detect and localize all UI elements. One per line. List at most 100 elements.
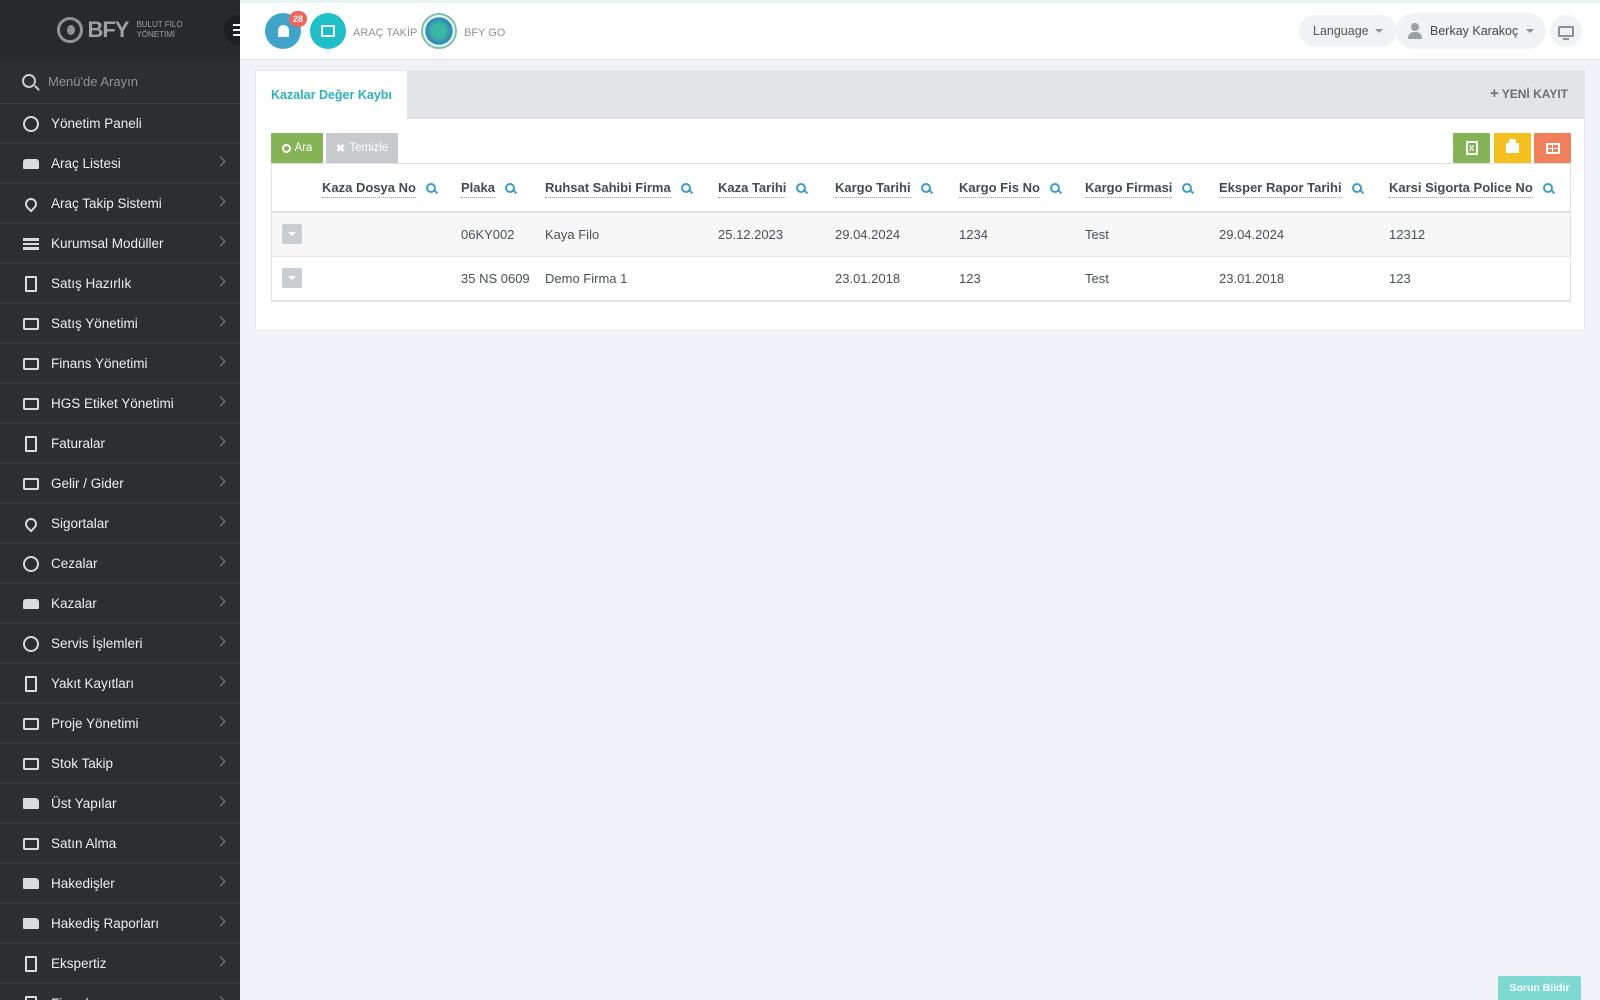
sidebar-item-label: Stok Takip [51, 756, 114, 771]
clear-button[interactable]: ✖ Temizle [326, 133, 398, 163]
table-cell: 23.01.2018 [835, 256, 959, 301]
menu-search[interactable]: Menü'de Arayın [0, 59, 240, 104]
sidebar-item-gelir-gider[interactable]: Gelir / Gider [0, 464, 240, 504]
export-excel-button[interactable]: X [1453, 133, 1490, 163]
column-search-icon[interactable] [1182, 183, 1193, 193]
sidebar-item-kazalar[interactable]: Kazalar [0, 584, 240, 624]
sidebar-item-label: Ekspertiz [51, 956, 107, 971]
chevron-right-icon [215, 436, 226, 447]
sidebar-item-label: Cezalar [51, 556, 98, 571]
sidebar-item-satış-yönetimi[interactable]: Satış Yönetimi [0, 304, 240, 344]
column-header[interactable]: Kargo Fis No [959, 164, 1085, 213]
chevron-right-icon [215, 276, 226, 287]
row-expand-button[interactable] [282, 268, 302, 288]
sidebar-item-cezalar[interactable]: Cezalar [0, 544, 240, 584]
column-search-icon[interactable] [425, 183, 436, 193]
sidebar-item-araç-takip-sistemi[interactable]: Araç Takip Sistemi [0, 184, 240, 224]
column-search-icon[interactable] [1351, 183, 1362, 193]
fullscreen-button[interactable] [1550, 15, 1582, 47]
column-search-icon[interactable] [504, 183, 515, 193]
column-header[interactable]: Ruhsat Sahibi Firma [545, 164, 718, 213]
chevron-down-icon [1526, 29, 1535, 33]
column-chooser-button[interactable] [1534, 133, 1571, 163]
sidebar-item-finans-yönetimi[interactable]: Finans Yönetimi [0, 344, 240, 384]
sidebar-item-satış-hazırlık[interactable]: Satış Hazırlık [0, 264, 240, 304]
chevron-right-icon [215, 716, 226, 727]
sidebar-item-sigortalar[interactable]: Sigortalar [0, 504, 240, 544]
table-row[interactable]: 06KY002 Kaya Filo 25.12.2023 29.04.2024 1234… [272, 212, 1570, 257]
table-cell: 06KY002 [461, 212, 545, 257]
row-expand-button[interactable] [282, 224, 302, 245]
monitor-icon [1558, 25, 1574, 40]
hamburger-menu-icon[interactable] [224, 15, 240, 45]
chevron-right-icon [215, 876, 226, 887]
user-menu[interactable]: Berkay Karakoç [1396, 13, 1547, 49]
sidebar-item-label: Kurumsal Modüller [51, 236, 164, 251]
sidebar-item-ekspertiz[interactable]: Ekspertiz [0, 944, 240, 984]
sidebar-item-üst-yapılar[interactable]: Üst Yapılar [0, 784, 240, 824]
sidebar-item-hgs-etiket-yönetimi[interactable]: HGS Etiket Yönetimi [0, 384, 240, 424]
tab-kazalar-deger-kaybi[interactable]: Kazalar Değer Kaybı [256, 71, 407, 119]
sidebar-item-hakediş-raporları[interactable]: Hakediş Raporları [0, 904, 240, 944]
sidebar-item-firmalar[interactable]: Firmalar [0, 984, 240, 1000]
chevron-right-icon [215, 836, 226, 847]
sidebar-item-yakıt-kayıtları[interactable]: Yakıt Kayıtları [0, 664, 240, 704]
brand-subtitle: BULUT FİLO YÖNETİMİ [136, 20, 182, 40]
sidebar-item-label: HGS Etiket Yönetimi [51, 396, 174, 411]
column-search-icon[interactable] [796, 183, 807, 193]
truck-icon [22, 916, 40, 932]
data-table: Kaza Dosya No Plaka Ruhsat Sahibi Firma Kaz… [271, 163, 1571, 302]
vehicle-tracking-link[interactable]: ARAÇ TAKİP [353, 27, 417, 39]
chevron-right-icon [215, 756, 226, 767]
sidebar-item-label: Faturalar [51, 436, 106, 451]
notifications-button[interactable]: 28 [265, 11, 307, 49]
table-cell [718, 256, 835, 301]
report-issue-button[interactable]: Sorun Bildir [1498, 976, 1581, 1000]
times-circle-icon [22, 555, 40, 572]
column-search-icon[interactable] [920, 183, 931, 193]
sidebar-item-satın-alma[interactable]: Satın Alma [0, 824, 240, 864]
column-search-icon[interactable] [1049, 183, 1060, 193]
bfy-logo[interactable]: BFY BULUT FİLO YÖNETİMİ [57, 16, 183, 43]
sidebar-item-stok-takip[interactable]: Stok Takip [0, 744, 240, 784]
topbar: 28 ARAÇ TAKİP BFY GO Language Berkay Kar… [240, 0, 1600, 60]
column-search-icon[interactable] [1542, 183, 1553, 193]
sidebar-item-servis-i-şlemleri[interactable]: Servis İşlemleri [0, 624, 240, 664]
sidebar-item-label: Proje Yönetimi [51, 716, 139, 731]
column-header[interactable]: Kargo Firmasi [1085, 164, 1219, 213]
chevron-right-icon [215, 396, 226, 407]
table-cell: Test [1085, 212, 1219, 257]
panel-header: Kazalar Değer Kaybı + YENİ KAYIT [256, 71, 1584, 119]
chevron-right-icon [215, 356, 226, 367]
search-button[interactable]: Ara [271, 133, 323, 163]
column-header[interactable]: Plaka [461, 164, 545, 213]
print-button[interactable] [1494, 133, 1531, 163]
column-header[interactable]: Kaza Tarihi [718, 164, 835, 213]
column-header[interactable]: Karsi Sigorta Police No [1389, 164, 1570, 213]
sidebar-item-araç-listesi[interactable]: Araç Listesi [0, 144, 240, 184]
bfy-go-button[interactable] [421, 13, 457, 49]
table-cell: 23.01.2018 [1219, 256, 1389, 301]
column-header[interactable]: Kargo Tarihi [835, 164, 959, 213]
table-cell [322, 256, 461, 301]
column-search-icon[interactable] [680, 183, 691, 193]
column-header-label: Kaza Dosya No [322, 180, 416, 198]
sidebar-item-label: Satın Alma [51, 836, 117, 851]
new-record-button[interactable]: + YENİ KAYIT [1490, 86, 1568, 101]
table-cell: Kaya Filo [545, 212, 718, 257]
sidebar-item-hakedişler[interactable]: Hakedişler [0, 864, 240, 904]
sidebar-item-kurumsal-modüller[interactable]: Kurumsal Modüller [0, 224, 240, 264]
bfy-go-link[interactable]: BFY GO [464, 27, 505, 39]
table-cell: 29.04.2024 [1219, 212, 1389, 257]
bell-icon [277, 25, 289, 37]
column-header[interactable]: Kaza Dosya No [322, 164, 461, 213]
sidebar-item-label: Firmalar [51, 996, 101, 1000]
language-dropdown[interactable]: Language [1299, 15, 1397, 47]
sidebar-item-faturalar[interactable]: Faturalar [0, 424, 240, 464]
sidebar-item-proje-yönetimi[interactable]: Proje Yönetimi [0, 704, 240, 744]
chevron-right-icon [215, 676, 226, 687]
vehicle-tracking-button[interactable] [310, 13, 346, 49]
sidebar-item-yönetim-paneli[interactable]: Yönetim Paneli [0, 104, 240, 144]
column-header[interactable]: Eksper Rapor Tarihi [1219, 164, 1389, 213]
table-row[interactable]: 35 NS 0609 Demo Firma 1 23.01.2018 123 Test 2… [272, 256, 1570, 301]
